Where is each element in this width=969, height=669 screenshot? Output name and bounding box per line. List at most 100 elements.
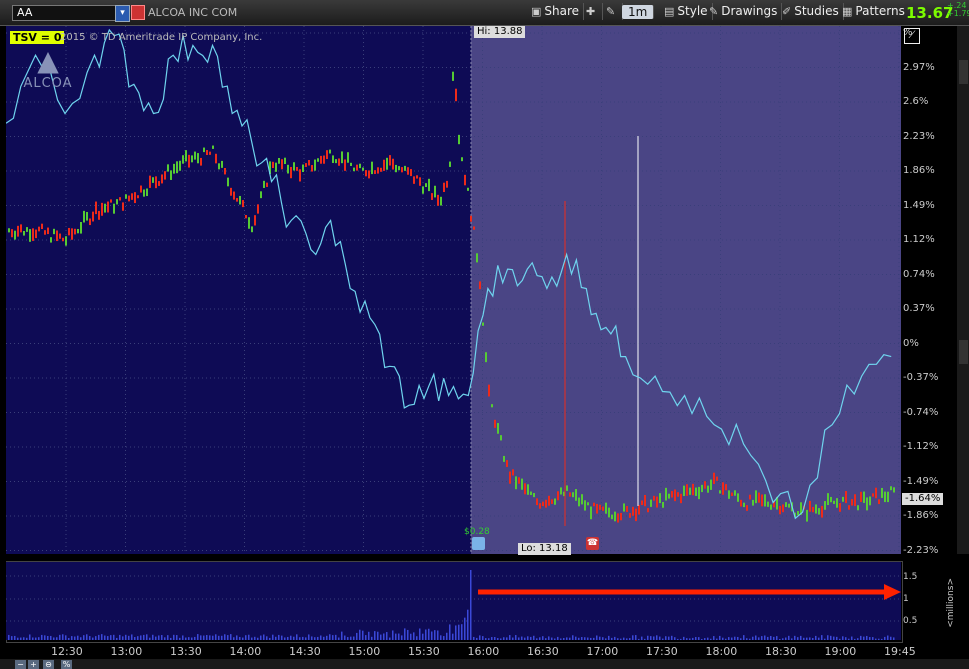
interval-button[interactable]: 1m [622,5,655,19]
pin-tool-button[interactable]: ✎ [602,3,624,20]
volume-bar [335,634,337,640]
current-value-tag: -1.64% [902,493,944,505]
volume-bar [98,634,100,640]
price-bar [53,228,55,235]
volume-bar [8,634,10,640]
volume-bar [50,635,52,640]
volume-bar [485,638,487,640]
volume-bar [755,635,757,640]
company-name: ALCOA INC COM [148,6,238,19]
volume-bar [686,638,688,640]
x-tick-label: 14:00 [229,645,262,658]
price-bar [212,145,214,149]
price-bar [413,176,415,184]
link-color-icon[interactable] [131,5,145,20]
price-bar [476,253,478,263]
volume-bar [374,631,376,640]
price-chart[interactable] [6,26,901,554]
price-bar [167,164,169,172]
y-tick-label: 1.49% [903,199,935,211]
volume-bar [245,635,247,640]
volume-bar [416,636,418,640]
price-bar [161,174,163,184]
price-bar [89,218,91,226]
price-bar [170,170,172,180]
price-bar [116,199,118,205]
price-bar [446,180,448,188]
volume-bar [737,636,739,640]
price-bar [620,512,622,521]
studies-button[interactable]: ✐ Studies [778,3,844,20]
volume-bar [161,635,163,640]
price-bar [869,496,871,506]
price-bar [95,201,97,215]
price-bar [65,236,67,246]
crosshair-tool-button[interactable]: ✚ [582,3,604,20]
price-bar [593,502,595,507]
price-bar [488,384,490,397]
price-bar [68,227,70,236]
percent-change: +1.79 [947,9,969,18]
price-bar [74,228,76,235]
price-bar [347,152,349,163]
volume-bar [608,635,610,640]
volume-bar [590,637,592,640]
drawings-button[interactable]: ✎ Drawings [705,3,783,20]
price-bar [701,484,703,493]
volume-bar [71,636,73,640]
price-bar [587,502,589,506]
price-bar [611,514,613,520]
patterns-button[interactable]: ▦ Patterns [838,3,909,20]
zoom-reset-button[interactable]: ⊖ [43,660,54,669]
volume-bar [14,635,16,640]
price-bar [29,229,31,242]
volume-bar [185,637,187,640]
volume-bar [740,638,742,640]
volume-bar [44,635,46,640]
earnings-bubble-icon[interactable] [472,537,485,550]
volume-bar [464,617,466,640]
price-bar [764,494,766,507]
price-bar [260,191,262,199]
price-bar [548,495,550,506]
y-tick-label: 2.6% [903,96,929,107]
price-bar [143,189,145,197]
volume-bar [200,635,202,640]
price-bar [578,497,580,507]
price-bar [380,167,382,172]
zoom-in-button[interactable]: + [28,660,39,669]
zoom-out-button[interactable]: − [15,660,26,669]
phone-call-icon[interactable]: ☎ [586,537,599,550]
price-bar [626,506,628,512]
scroll-expand-button[interactable] [959,340,968,364]
y-tick-label: 1.86% [903,165,935,176]
price-bar [443,182,445,193]
price-bar [674,489,676,502]
volume-bar [383,633,385,640]
price-bar [335,159,337,164]
price-bar [641,500,643,505]
volume-bar [11,636,13,640]
volume-bar [641,636,643,640]
study-label[interactable]: TSV = 0 [10,31,65,44]
symbol-dropdown-button[interactable]: ▾ [115,5,130,22]
price-bar [680,493,682,504]
share-button[interactable]: ▣ Share [527,3,585,20]
volume-bar [818,637,820,640]
scroll-up-button[interactable] [959,60,968,84]
price-bar [749,494,751,500]
volume-bar [206,635,208,640]
percent-toggle-button[interactable]: % [61,660,72,669]
volume-bar [797,637,799,640]
symbol-input[interactable]: AA [12,5,122,21]
volume-bar [833,636,835,640]
price-bar [542,501,544,507]
y-tick-label: -1.49% [903,475,939,487]
price-bar [149,175,151,188]
volume-chart[interactable] [6,562,901,640]
volume-bar [581,637,583,640]
price-bar [296,166,298,171]
y-tick-label: -1.86% [903,510,939,521]
price-bar [545,499,547,508]
x-tick-label: 16:30 [527,645,559,658]
